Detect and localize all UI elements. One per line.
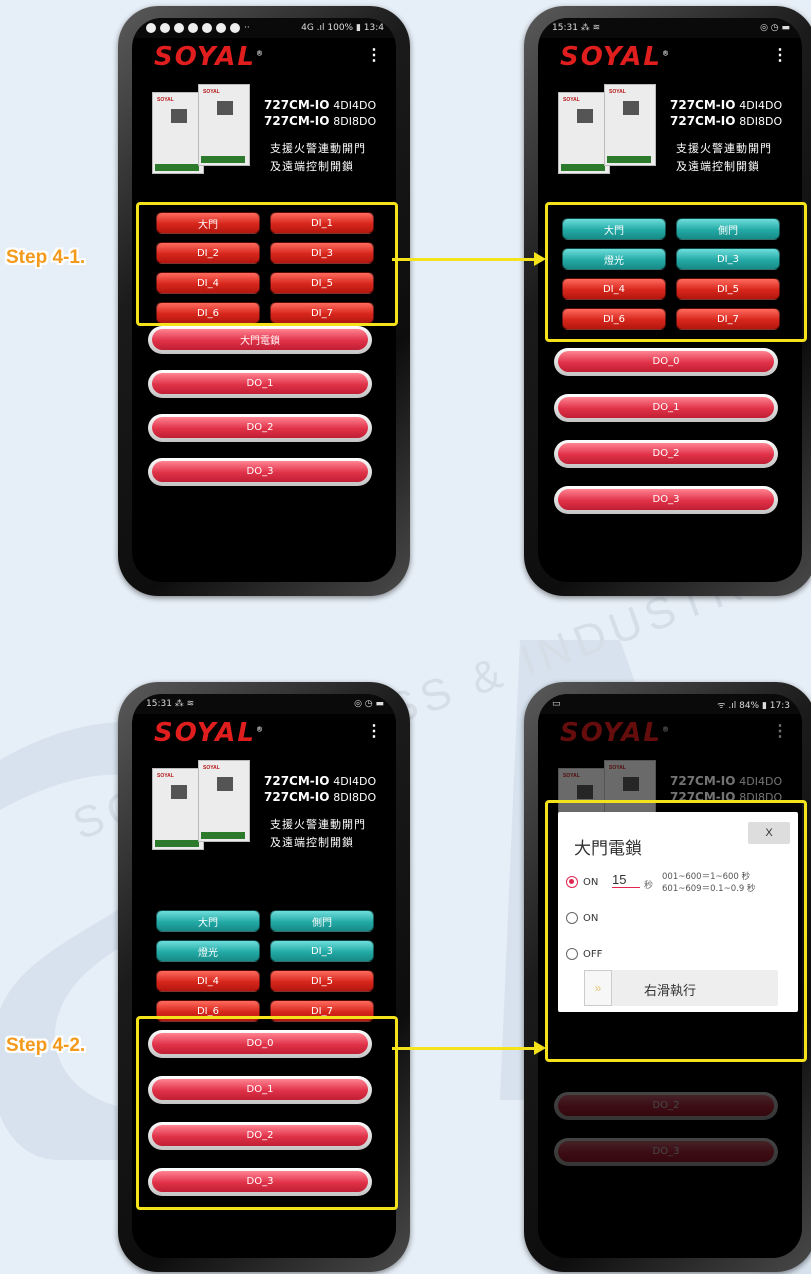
model-io: 4DI4DO xyxy=(739,99,783,112)
model-name: 727CM-IO xyxy=(670,114,736,128)
notification-icon xyxy=(230,23,240,33)
overflow-menu-icon[interactable]: ⋮ xyxy=(366,724,382,740)
product-banner: SOYAL SOYAL 727CM-IO 4DI4DO 727CM-IO 8DI… xyxy=(538,78,802,180)
feature-line-1: 支援火警連動開門 xyxy=(270,143,366,155)
highlight-di-grid-2 xyxy=(545,202,807,342)
status-bar: ▭ ᯤ .ıl 84% ▮ 17:3 xyxy=(538,694,802,714)
do-button[interactable]: DO_3 xyxy=(148,458,372,486)
do-label: DO_2 xyxy=(152,417,368,438)
model-io: 8DI8DO xyxy=(333,791,377,804)
highlight-do-list xyxy=(136,1016,398,1210)
do-label: DO_3 xyxy=(152,461,368,482)
soyal-logo: SOYAL® xyxy=(154,42,265,72)
do-label: 大門電鎖 xyxy=(152,329,368,350)
highlight-di-grid-1 xyxy=(136,202,398,326)
model-io: 8DI8DO xyxy=(739,115,783,128)
model-io: 4DI4DO xyxy=(333,99,377,112)
arrow-step-4-1 xyxy=(392,252,546,266)
model-line-2: 727CM-IO 8DI8DO xyxy=(264,114,376,128)
do-label: DO_0 xyxy=(558,351,774,372)
status-left: 15:31 ⁂ ≋ xyxy=(146,699,195,709)
logo-text: SOYAL xyxy=(154,718,256,748)
logo-text: SOYAL xyxy=(154,42,256,72)
device-label: SOYAL xyxy=(203,89,220,95)
notification-icon xyxy=(160,23,170,33)
device-label: SOYAL xyxy=(609,89,626,95)
do-button[interactable]: DO_1 xyxy=(554,394,778,422)
di-button[interactable]: DI_4 xyxy=(156,970,260,992)
overflow-menu-icon[interactable]: ⋮ xyxy=(366,48,382,64)
logo-reg: ® xyxy=(255,725,265,734)
status-bar: ·· 4G .ıl 100% ▮ 13:4 xyxy=(132,18,396,38)
status-right: 4G .ıl 100% ▮ 13:4 xyxy=(301,23,384,33)
model-name: 727CM-IO xyxy=(264,790,330,804)
di-button[interactable]: 側門 xyxy=(270,910,374,932)
feature-line-2: 及遠端控制開鎖 xyxy=(270,161,354,173)
model-line-2: 727CM-IO 8DI8DO xyxy=(264,790,376,804)
model-name: 727CM-IO xyxy=(264,98,330,112)
model-line-2: 727CM-IO 8DI8DO xyxy=(670,114,782,128)
model-name: 727CM-IO xyxy=(264,114,330,128)
logo-reg: ® xyxy=(255,49,265,58)
notification-icon xyxy=(188,23,198,33)
notification-icon xyxy=(174,23,184,33)
product-banner: SOYAL SOYAL 727CM-IO 4DI4DO 727CM-IO 8DI… xyxy=(132,78,396,180)
device-image: SOYAL SOYAL xyxy=(152,760,258,850)
di-button[interactable]: DI_5 xyxy=(270,970,374,992)
logo-reg: ® xyxy=(661,49,671,58)
di-button[interactable]: 燈光 xyxy=(156,940,260,962)
feature-line-2: 及遠端控制開鎖 xyxy=(270,837,354,849)
di-button[interactable]: DI_3 xyxy=(270,940,374,962)
feature-line-2: 及遠端控制開鎖 xyxy=(676,161,760,173)
do-button[interactable]: DO_3 xyxy=(554,486,778,514)
step-4-1-label: Step 4-1. xyxy=(6,247,86,268)
soyal-logo: SOYAL® xyxy=(560,42,671,72)
feature-line-1: 支援火警連動開門 xyxy=(270,819,366,831)
di-button[interactable]: 大門 xyxy=(156,910,260,932)
highlight-dialog xyxy=(545,800,807,1062)
device-label: SOYAL xyxy=(157,773,174,779)
product-banner: SOYAL SOYAL 727CM-IO 4DI4DO 727CM-IO 8DI… xyxy=(132,754,396,856)
logo-text: SOYAL xyxy=(560,42,662,72)
image-notification-icon: ▭ xyxy=(552,699,561,709)
device-label: SOYAL xyxy=(563,97,580,103)
status-bar: 15:31 ⁂ ≋ ◎ ◷ ▬ xyxy=(538,18,802,38)
status-mid: ·· xyxy=(244,23,250,33)
do-label: DO_3 xyxy=(558,489,774,510)
feature-line-1: 支援火警連動開門 xyxy=(676,143,772,155)
model-line-1: 727CM-IO 4DI4DO xyxy=(264,98,376,112)
model-io: 8DI8DO xyxy=(333,115,377,128)
overflow-menu-icon[interactable]: ⋮ xyxy=(772,48,788,64)
do-label: DO_1 xyxy=(558,397,774,418)
notification-icon xyxy=(216,23,226,33)
status-right: ᯤ .ıl 84% ▮ 17:3 xyxy=(717,700,790,711)
do-button[interactable]: DO_2 xyxy=(554,440,778,468)
notification-icon xyxy=(202,23,212,33)
arrow-step-4-2 xyxy=(392,1041,546,1055)
do-button[interactable]: DO_2 xyxy=(148,414,372,442)
status-right: ◎ ◷ ▬ xyxy=(354,699,384,709)
status-right: ◎ ◷ ▬ xyxy=(760,23,790,33)
step-4-2-label: Step 4-2. xyxy=(6,1035,86,1056)
device-label: SOYAL xyxy=(157,97,174,103)
model-io: 4DI4DO xyxy=(333,775,377,788)
do-button[interactable]: DO_0 xyxy=(554,348,778,376)
soyal-logo: SOYAL® xyxy=(154,718,265,748)
status-left: 15:31 ⁂ ≋ xyxy=(552,23,601,33)
model-name: 727CM-IO xyxy=(670,98,736,112)
do-button[interactable]: 大門電鎖 xyxy=(148,326,372,354)
model-name: 727CM-IO xyxy=(264,774,330,788)
do-label: DO_1 xyxy=(152,373,368,394)
do-button[interactable]: DO_1 xyxy=(148,370,372,398)
device-image: SOYAL SOYAL xyxy=(558,84,664,174)
model-line-1: 727CM-IO 4DI4DO xyxy=(264,774,376,788)
device-label: SOYAL xyxy=(203,765,220,771)
model-line-1: 727CM-IO 4DI4DO xyxy=(670,98,782,112)
notification-icon xyxy=(146,23,156,33)
status-bar: 15:31 ⁂ ≋ ◎ ◷ ▬ xyxy=(132,694,396,714)
do-label: DO_2 xyxy=(558,443,774,464)
device-image: SOYAL SOYAL xyxy=(152,84,258,174)
